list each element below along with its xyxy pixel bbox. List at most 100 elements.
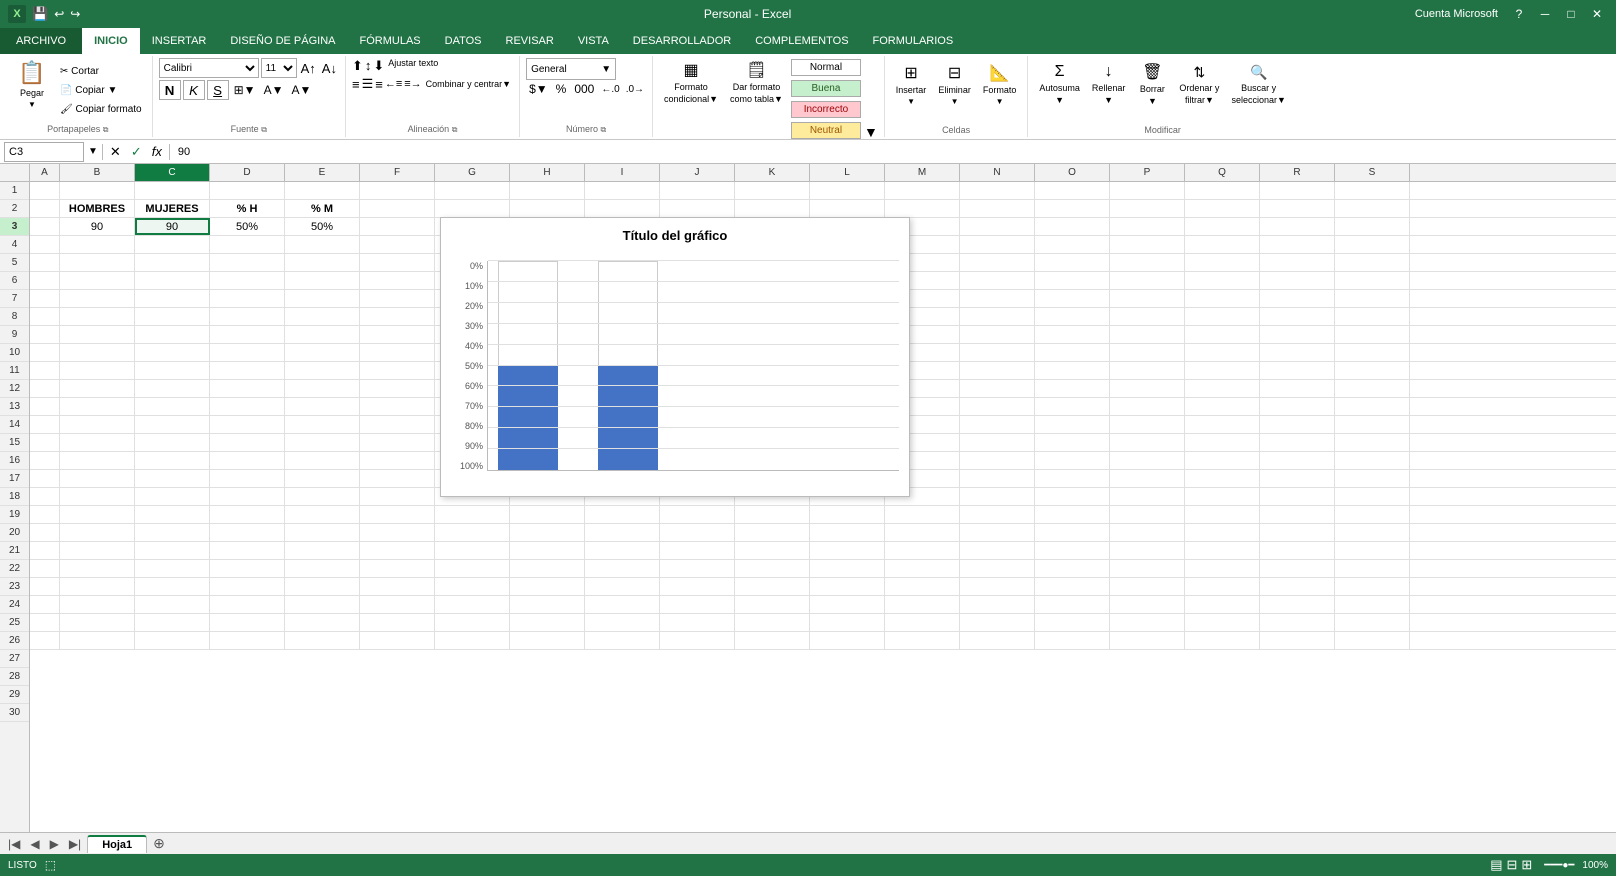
tab-inicio[interactable]: INICIO <box>82 28 140 54</box>
row-header-23[interactable]: 23 <box>0 578 29 596</box>
row-header-22[interactable]: 22 <box>0 560 29 578</box>
col-header-b[interactable]: B <box>60 164 135 181</box>
row-header-29[interactable]: 29 <box>0 686 29 704</box>
grow-font-btn[interactable]: A↑ <box>299 61 318 76</box>
cell-h2[interactable] <box>510 200 585 217</box>
cell-a2[interactable] <box>30 200 60 217</box>
italic-btn[interactable]: K <box>183 80 205 100</box>
col-header-g[interactable]: G <box>435 164 510 181</box>
col-header-d[interactable]: D <box>210 164 285 181</box>
tab-desarrollador[interactable]: DESARROLLADOR <box>621 28 743 54</box>
cell-r3[interactable] <box>1260 218 1335 235</box>
view-normal-btn[interactable]: ▤ <box>1490 857 1502 873</box>
cell-e1[interactable] <box>285 182 360 199</box>
tab-revisar[interactable]: REVISAR <box>494 28 566 54</box>
cell-h1[interactable] <box>510 182 585 199</box>
col-header-h[interactable]: H <box>510 164 585 181</box>
style-incorrecto[interactable]: Incorrecto <box>791 101 861 118</box>
cell-d1[interactable] <box>210 182 285 199</box>
wrap-text-btn[interactable]: Ajustar texto <box>386 58 440 74</box>
redo-btn[interactable]: ↪ <box>70 7 80 21</box>
minimize-btn[interactable]: ─ <box>1534 4 1556 24</box>
cell-k2[interactable] <box>735 200 810 217</box>
cell-n3[interactable] <box>960 218 1035 235</box>
col-header-f[interactable]: F <box>360 164 435 181</box>
delete-btn[interactable]: ⊟ Eliminar ▼ <box>933 58 976 110</box>
close-btn[interactable]: ✕ <box>1586 4 1608 24</box>
cell-p2[interactable] <box>1110 200 1185 217</box>
clear-btn[interactable]: 🗑 Borrar▼ <box>1132 58 1172 110</box>
cell-e3[interactable]: 50% <box>285 218 360 235</box>
sheet-nav-prev[interactable]: ◀ <box>26 837 43 851</box>
row-header-21[interactable]: 21 <box>0 542 29 560</box>
cell-j1[interactable] <box>660 182 735 199</box>
row-header-24[interactable]: 24 <box>0 596 29 614</box>
tab-archivo[interactable]: ARCHIVO <box>0 28 82 54</box>
font-select[interactable]: Calibri <box>159 58 259 78</box>
row-header-28[interactable]: 28 <box>0 668 29 686</box>
copy-format-btn[interactable]: 🖌 Copiar formato <box>56 100 146 118</box>
cell-i2[interactable] <box>585 200 660 217</box>
increase-decimal-btn[interactable]: ←.0 <box>599 84 621 95</box>
bold-btn[interactable]: N <box>159 80 181 100</box>
formula-input[interactable] <box>174 142 1612 162</box>
row-header-10[interactable]: 10 <box>0 344 29 362</box>
cell-e2[interactable]: % M <box>285 200 360 217</box>
cell-b2[interactable]: HOMBRES <box>60 200 135 217</box>
align-top-btn[interactable]: ⬆ <box>352 58 363 74</box>
conditional-format-btn[interactable]: ▦ Formato condicional▼ <box>659 58 723 106</box>
col-header-k[interactable]: K <box>735 164 810 181</box>
cell-m1[interactable] <box>885 182 960 199</box>
formula-dropdown-btn[interactable]: ▼ <box>88 146 98 157</box>
cell-s3[interactable] <box>1335 218 1410 235</box>
row-header-9[interactable]: 9 <box>0 326 29 344</box>
row-header-14[interactable]: 14 <box>0 416 29 434</box>
fill-color-btn[interactable]: A▼ <box>261 83 287 97</box>
cut-btn[interactable]: ✂ Cortar <box>56 62 146 80</box>
paste-btn[interactable]: 📋 Pegar ▼ <box>10 58 54 110</box>
tab-complementos[interactable]: COMPLEMENTOS <box>743 28 860 54</box>
cell-r2[interactable] <box>1260 200 1335 217</box>
cell-a3[interactable] <box>30 218 60 235</box>
row-header-3[interactable]: 3 <box>0 218 29 236</box>
cell-f3[interactable] <box>360 218 435 235</box>
cell-c2[interactable]: MUJERES <box>135 200 210 217</box>
autosum-btn[interactable]: Σ Autosuma▼ <box>1034 58 1085 110</box>
decrease-decimal-btn[interactable]: .0→ <box>624 84 646 95</box>
copy-btn[interactable]: 📄 Copiar ▼ <box>56 81 146 99</box>
view-pagebreak-btn[interactable]: ⊞ <box>1521 857 1532 873</box>
style-neutral[interactable]: Neutral <box>791 122 861 139</box>
row-header-12[interactable]: 12 <box>0 380 29 398</box>
underline-btn[interactable]: S <box>207 80 229 100</box>
cell-c3[interactable]: 90 <box>135 218 210 235</box>
cell-g1[interactable] <box>435 182 510 199</box>
cell-l2[interactable] <box>810 200 885 217</box>
cell-j2[interactable] <box>660 200 735 217</box>
currency-btn[interactable]: $▼ <box>526 82 551 96</box>
row-header-30[interactable]: 30 <box>0 704 29 722</box>
row-header-8[interactable]: 8 <box>0 308 29 326</box>
cancel-icon[interactable]: ✕ <box>107 144 124 160</box>
col-header-n[interactable]: N <box>960 164 1035 181</box>
align-middle-btn[interactable]: ↕ <box>365 58 372 74</box>
merge-center-btn[interactable]: Combinar y centrar▼ <box>424 79 513 89</box>
cell-n1[interactable] <box>960 182 1035 199</box>
styles-expand-btn[interactable]: ▼ <box>864 124 878 140</box>
align-center-btn[interactable]: ☰ <box>362 76 374 92</box>
cell-q2[interactable] <box>1185 200 1260 217</box>
cell-q1[interactable] <box>1185 182 1260 199</box>
cell-f2[interactable] <box>360 200 435 217</box>
row-header-25[interactable]: 25 <box>0 614 29 632</box>
comma-btn[interactable]: 000 <box>571 82 597 96</box>
sort-filter-btn[interactable]: ⇅ Ordenar yfiltrar▼ <box>1174 58 1224 110</box>
sheet-tab-hoja1[interactable]: Hoja1 <box>87 835 147 853</box>
col-header-r[interactable]: R <box>1260 164 1335 181</box>
style-buena[interactable]: Buena <box>791 80 861 97</box>
help-btn[interactable]: ? <box>1508 4 1530 24</box>
confirm-icon[interactable]: ✓ <box>128 144 145 160</box>
quick-save[interactable]: 💾 <box>32 6 48 22</box>
tab-vista[interactable]: VISTA <box>566 28 621 54</box>
cell-q3[interactable] <box>1185 218 1260 235</box>
row-header-2[interactable]: 2 <box>0 200 29 218</box>
row-header-6[interactable]: 6 <box>0 272 29 290</box>
